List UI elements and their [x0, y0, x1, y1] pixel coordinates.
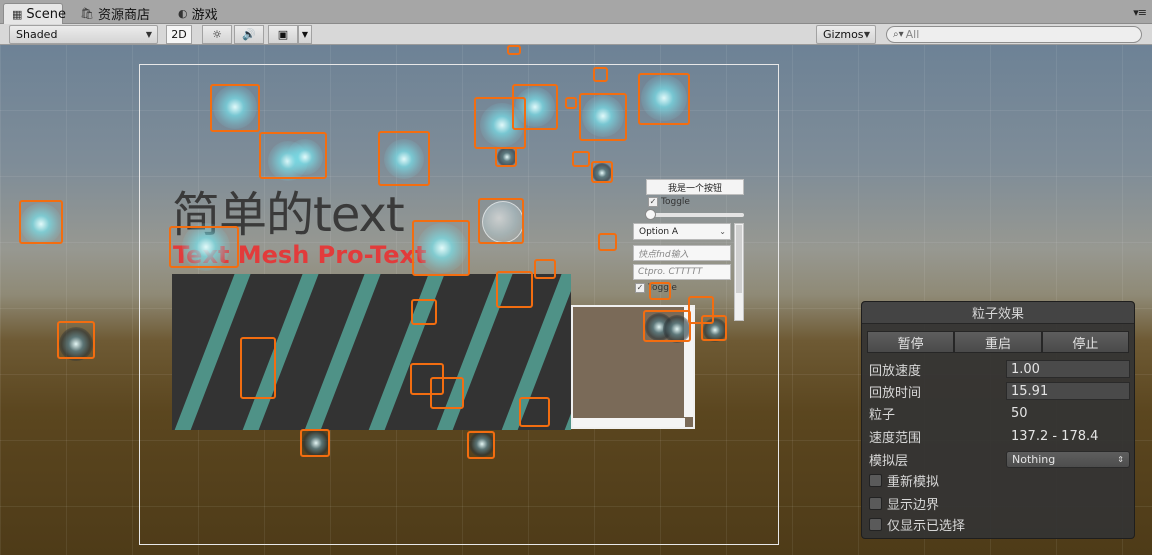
particle-count-label: 粒子: [869, 407, 896, 423]
chevron-down-icon: ⌄: [719, 227, 726, 236]
tab-strip: ▦ Scene 🛍 资源商店 ◐ 游戏 ▾≡: [0, 0, 1152, 24]
ui-inputfield-placeholder: 快点fnd输入: [638, 249, 689, 260]
ui-button-object[interactable]: 我是一个按钮: [646, 179, 744, 195]
ui-toggle-object[interactable]: ✓ Toggle: [648, 197, 690, 207]
image-icon: ▣: [277, 28, 289, 41]
scroll-view-horizontal-scrollbar[interactable]: [573, 418, 685, 427]
gizmos-dropdown[interactable]: Gizmos ▼: [816, 25, 876, 44]
chevron-down-icon: ▼: [863, 30, 870, 39]
window-menu-icon[interactable]: ▾≡: [1133, 6, 1147, 19]
tab-scene[interactable]: ▦ Scene: [3, 3, 67, 24]
tab-asset-store-label: 资源商店: [97, 8, 150, 23]
game-icon: ◐: [178, 7, 188, 20]
2d-toggle-button[interactable]: 2D: [166, 25, 192, 44]
resimulate-label: 重新模拟: [887, 474, 940, 490]
ui-slider-object[interactable]: [645, 209, 744, 220]
scene-text-object[interactable]: 简单的text: [172, 175, 405, 245]
playback-buttons: 暂停 重启 停止: [867, 331, 1129, 353]
scroll-view-object[interactable]: [571, 305, 695, 429]
speaker-icon: 🔊: [242, 28, 256, 41]
checkbox-box[interactable]: [869, 517, 882, 531]
playback-speed-row: 回放速度 1.00: [869, 359, 1131, 379]
checkbox-box[interactable]: [869, 496, 882, 510]
show-bounds-label: 显示边界: [887, 497, 940, 513]
particle-effect-title: 粒子效果: [862, 302, 1134, 324]
shading-mode-dropdown[interactable]: Shaded ▼: [9, 25, 158, 44]
simulation-layers-dropdown[interactable]: Nothing ⇕: [1006, 450, 1130, 468]
tab-asset-store[interactable]: 🛍 资源商店: [72, 3, 162, 24]
simulation-layers-row: 模拟层 Nothing ⇕: [869, 449, 1131, 469]
playback-speed-label: 回放速度: [869, 363, 922, 379]
checkmark-icon: ✓: [648, 197, 658, 207]
ui-button-label: 我是一个按钮: [667, 183, 722, 194]
playback-time-label: 回放时间: [869, 385, 922, 401]
ui-toggle-label-2: Toggle: [648, 283, 677, 293]
ui-scrollbar-object[interactable]: [734, 223, 744, 321]
speed-range-row: 速度范围 137.2 - 178.4: [869, 426, 1131, 446]
particle-count-row: 粒子 50: [869, 403, 1131, 423]
search-icon: ⌕▾: [893, 29, 904, 40]
speed-range-label: 速度范围: [869, 430, 922, 446]
search-placeholder: All: [905, 28, 920, 41]
chevron-down-icon: ▼: [301, 30, 309, 39]
particle-count-value: 50: [1011, 405, 1028, 421]
effects-toggle-button[interactable]: ▣: [268, 25, 298, 44]
show-selected-only-label: 仅显示已选择: [887, 518, 966, 534]
shading-mode-label: Shaded: [16, 28, 58, 41]
ui-dropdown-object[interactable]: Option A ⌄: [633, 223, 731, 240]
textmeshpro-text-object[interactable]: Text Mesh Pro-Text: [173, 241, 426, 269]
scene-icon: ▦: [12, 7, 23, 21]
scene-toolbar: Shaded ▼ 2D ☼ 🔊 ▣ ▼ Gizmos ▼ ⌕▾ All: [0, 24, 1152, 45]
particle-effect-panel: 粒子效果 暂停 重启 停止 回放速度 1.00 回放时间 15.91 粒子 50…: [861, 301, 1135, 539]
speed-range-value: 137.2 - 178.4: [1011, 428, 1099, 444]
chevron-updown-icon: ⇕: [1117, 454, 1124, 464]
pause-button[interactable]: 暂停: [867, 331, 955, 353]
striped-image-object[interactable]: [172, 274, 571, 430]
checkmark-icon: ✓: [635, 283, 645, 293]
simulation-layers-value: Nothing: [1012, 452, 1056, 466]
tmp-inputfield-placeholder: Ctpro. CTTTTT: [638, 267, 703, 277]
store-icon: 🛍: [80, 7, 94, 20]
stripe: [172, 274, 259, 430]
audio-toggle-button[interactable]: 🔊: [234, 25, 264, 44]
ui-toggle-label: Toggle: [661, 197, 690, 207]
ui-toggle-object-2[interactable]: ✓ Toggle: [635, 283, 677, 293]
tab-game[interactable]: ◐ 游戏: [170, 3, 230, 24]
tab-scene-label: Scene: [26, 6, 67, 22]
playback-time-row: 回放时间 15.91: [869, 381, 1131, 401]
checkbox-box[interactable]: [869, 473, 882, 487]
search-input[interactable]: ⌕▾ All: [886, 26, 1142, 43]
sun-icon: ☼: [212, 28, 222, 41]
stop-button[interactable]: 停止: [1041, 331, 1129, 353]
tmp-inputfield-object[interactable]: Ctpro. CTTTTT: [633, 264, 731, 280]
tab-game-label: 游戏: [191, 8, 218, 23]
simulation-layers-label: 模拟层: [869, 453, 909, 469]
gizmos-label: Gizmos: [823, 28, 864, 41]
ui-inputfield-object[interactable]: 快点fnd输入: [633, 245, 731, 261]
playback-speed-field[interactable]: 1.00: [1006, 360, 1130, 378]
ui-dropdown-label: Option A: [639, 226, 679, 237]
show-bounds-checkbox[interactable]: 显示边界: [869, 493, 939, 513]
slider-handle[interactable]: [645, 209, 656, 220]
playback-time-field[interactable]: 15.91: [1006, 382, 1130, 400]
scroll-view-vertical-scrollbar[interactable]: [684, 307, 693, 417]
unity-scene-window: ▦ Scene 🛍 资源商店 ◐ 游戏 ▾≡ Shaded ▼ 2D ☼ 🔊 ▣: [0, 0, 1152, 555]
chevron-down-icon: ▼: [145, 30, 152, 39]
restart-button[interactable]: 重启: [954, 331, 1042, 353]
lighting-toggle-button[interactable]: ☼: [202, 25, 232, 44]
2d-label: 2D: [171, 28, 187, 41]
resimulate-checkbox[interactable]: 重新模拟: [869, 470, 939, 490]
show-selected-only-checkbox[interactable]: 仅显示已选择: [869, 514, 965, 534]
scrollbar-handle[interactable]: [736, 225, 742, 293]
effects-dropdown-button[interactable]: ▼: [298, 25, 312, 44]
